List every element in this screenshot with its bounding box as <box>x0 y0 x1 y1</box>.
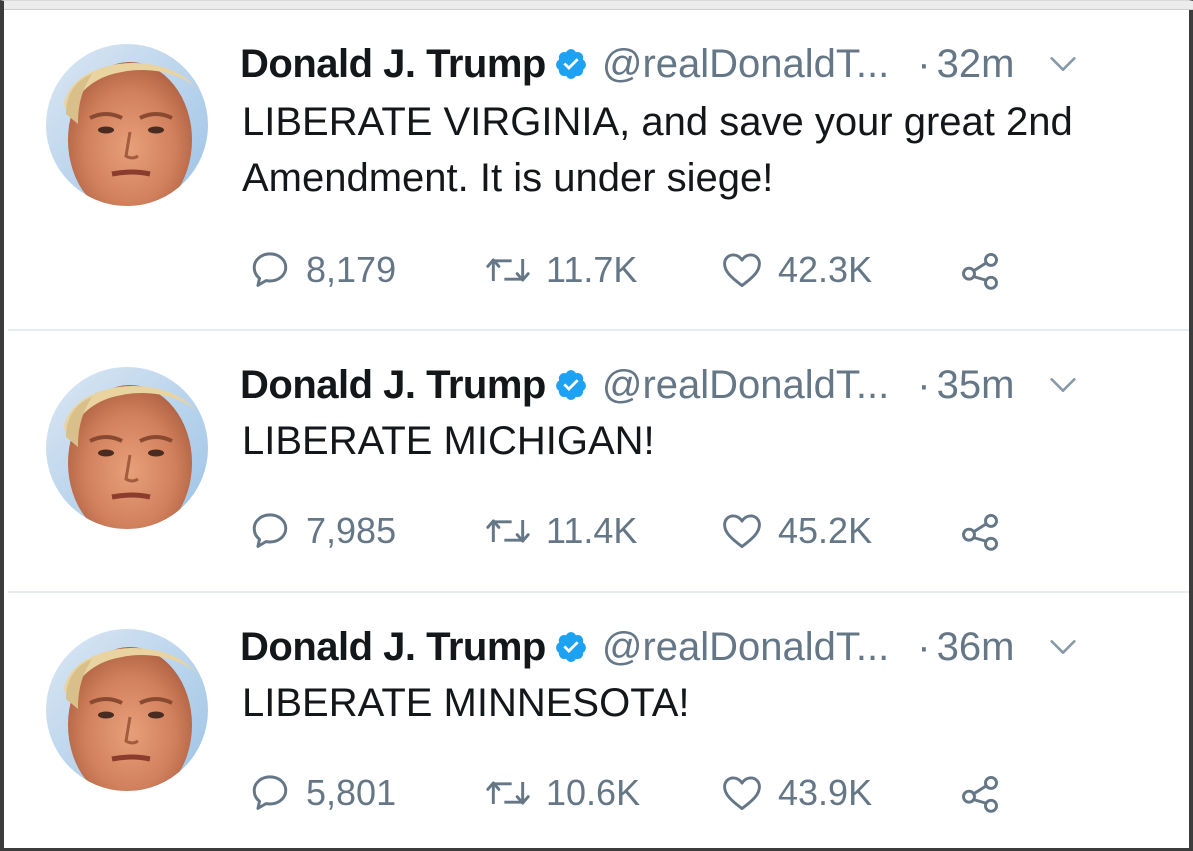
share-icon <box>956 509 1004 553</box>
verified-badge-icon <box>554 630 588 664</box>
retweet-count: 11.7K <box>546 249 638 290</box>
share-icon <box>956 771 1004 815</box>
tweet-header: Donald J. Trump @realDonaldT... · 35m <box>240 357 1149 413</box>
like-count: 45.2K <box>778 510 873 551</box>
verified-badge-icon <box>554 368 588 402</box>
reply-count: 5,801 <box>306 772 397 813</box>
tweet-text: LIBERATE VIRGINIA, and save your great 2… <box>242 100 1073 200</box>
tweet[interactable]: Donald J. Trump @realDonaldT... · 36m LI… <box>8 591 1189 849</box>
retweet-button[interactable]: 10.6K <box>484 771 720 815</box>
like-button[interactable]: 42.3K <box>720 248 956 292</box>
reply-icon <box>248 248 292 292</box>
reply-count: 8,179 <box>306 249 397 290</box>
author-name[interactable]: Donald J. Trump <box>240 625 546 670</box>
reply-icon <box>248 509 292 553</box>
tweet-timestamp[interactable]: 32m <box>937 42 1015 87</box>
share-button[interactable] <box>956 248 1004 292</box>
reply-button[interactable]: 5,801 <box>248 771 484 815</box>
retweet-button[interactable]: 11.7K <box>484 248 720 292</box>
avatar[interactable] <box>46 629 208 791</box>
chevron-down-icon[interactable] <box>1046 47 1080 81</box>
author-handle[interactable]: @realDonaldT... <box>602 42 889 87</box>
tweet-actions: 7,985 11.4K 45.2K <box>248 507 1004 555</box>
tweet-timestamp[interactable]: 35m <box>937 363 1015 408</box>
tweet-header: Donald J. Trump @realDonaldT... · 32m <box>240 36 1149 92</box>
retweet-icon <box>484 248 532 292</box>
author-handle[interactable]: @realDonaldT... <box>602 625 889 670</box>
retweet-count: 10.6K <box>546 772 641 813</box>
reply-count: 7,985 <box>306 510 397 551</box>
retweet-icon <box>484 509 532 553</box>
like-button[interactable]: 45.2K <box>720 509 956 553</box>
author-name[interactable]: Donald J. Trump <box>240 363 546 408</box>
heart-icon <box>720 509 764 553</box>
retweet-icon <box>484 771 532 815</box>
tweet-text: LIBERATE MINNESOTA! <box>242 681 690 725</box>
separator-dot: · <box>917 41 931 86</box>
share-button[interactable] <box>956 509 1004 553</box>
top-strip <box>4 1 1193 10</box>
reply-button[interactable]: 7,985 <box>248 509 484 553</box>
avatar[interactable] <box>46 44 208 206</box>
tweet-actions: 5,801 10.6K 43.9K <box>248 769 1004 817</box>
tweet-text: LIBERATE MICHIGAN! <box>242 419 655 463</box>
avatar[interactable] <box>46 367 208 529</box>
tweet[interactable]: Donald J. Trump @realDonaldT... · 35m LI… <box>8 329 1189 590</box>
like-count: 42.3K <box>778 249 873 290</box>
share-icon <box>956 248 1004 292</box>
verified-badge-icon <box>554 47 588 81</box>
retweet-count: 11.4K <box>546 510 638 551</box>
retweet-button[interactable]: 11.4K <box>484 509 720 553</box>
reply-icon <box>248 771 292 815</box>
tweet-header: Donald J. Trump @realDonaldT... · 36m <box>240 619 1149 675</box>
screenshot-frame: Donald J. Trump @realDonaldT... · 32m LI… <box>0 0 1193 851</box>
share-button[interactable] <box>956 771 1004 815</box>
heart-icon <box>720 771 764 815</box>
chevron-down-icon[interactable] <box>1046 630 1080 664</box>
separator-dot: · <box>917 624 931 669</box>
like-count: 43.9K <box>778 772 873 813</box>
reply-button[interactable]: 8,179 <box>248 248 484 292</box>
separator-dot: · <box>917 362 931 407</box>
chevron-down-icon[interactable] <box>1046 368 1080 402</box>
tweet-actions: 8,179 11.7K 42.3K <box>248 246 1004 294</box>
heart-icon <box>720 248 764 292</box>
tweet[interactable]: Donald J. Trump @realDonaldT... · 32m LI… <box>8 10 1189 328</box>
like-button[interactable]: 43.9K <box>720 771 956 815</box>
tweet-timestamp[interactable]: 36m <box>937 625 1015 670</box>
author-handle[interactable]: @realDonaldT... <box>602 363 889 408</box>
author-name[interactable]: Donald J. Trump <box>240 42 546 87</box>
